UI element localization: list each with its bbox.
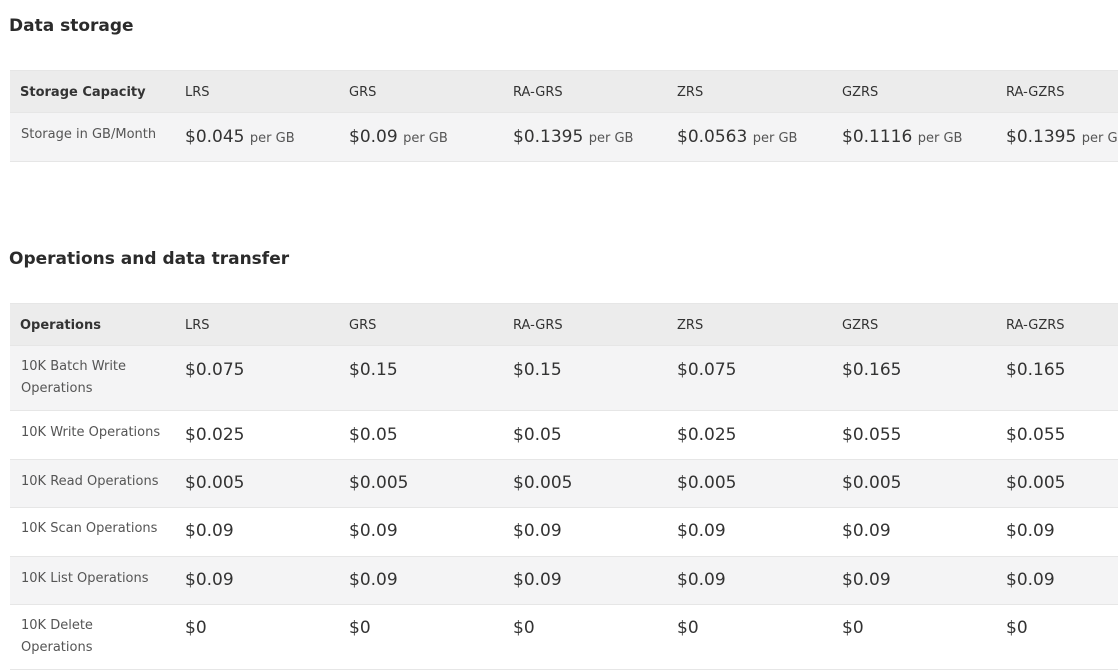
header-ra-grs: RA-GRS [513, 85, 563, 100]
header-ra-grs: RA-GRS [513, 318, 563, 333]
value-cell: $0.055 [1006, 425, 1066, 445]
storage-table-header: Storage Capacity LRS GRS RA-GRS ZRS GZRS… [10, 71, 1118, 113]
price-cell: $0.045 per GB [185, 127, 295, 147]
value-cell: $0.09 [842, 570, 891, 590]
value-cell: $0.09 [513, 521, 562, 541]
header-zrs: ZRS [677, 85, 704, 100]
header-zrs: ZRS [677, 318, 704, 333]
operations-table-header: Operations LRS GRS RA-GRS ZRS GZRS RA-GZ… [10, 304, 1118, 346]
header-gzrs: GZRS [842, 318, 879, 333]
value-cell: $0.025 [185, 425, 245, 445]
value-cell: $0.09 [185, 521, 234, 541]
value-cell: $0.005 [677, 473, 737, 493]
value-cell: $0.09 [185, 570, 234, 590]
table-row: Storage in GB/Month $0.045 per GB $0.09 … [10, 113, 1118, 162]
price-cell: $0.0563 per GB [677, 127, 798, 147]
value-cell: $0.09 [1006, 521, 1055, 541]
value-cell: $0.075 [677, 360, 737, 380]
table-row: 10K Read Operations $0.005 $0.005 $0.005… [10, 460, 1118, 508]
value-cell: $0.09 [677, 521, 726, 541]
row-label: 10K Batch Write Operations [21, 359, 127, 396]
value-cell: $0.165 [1006, 360, 1066, 380]
value-cell: $0 [1006, 618, 1028, 638]
value-cell: $0.09 [349, 521, 398, 541]
header-storage-capacity: Storage Capacity [20, 85, 146, 100]
header-lrs: LRS [185, 318, 210, 333]
header-grs: GRS [349, 85, 377, 100]
row-label: 10K Read Operations [21, 474, 159, 489]
header-operations: Operations [20, 318, 101, 333]
operations-title: Operations and data transfer [9, 249, 290, 269]
value-cell: $0.005 [349, 473, 409, 493]
value-cell: $0.005 [842, 473, 902, 493]
value-cell: $0 [842, 618, 864, 638]
header-grs: GRS [349, 318, 377, 333]
price-cell: $0.1395 per GB [513, 127, 634, 147]
value-cell: $0 [185, 618, 207, 638]
row-label: 10K List Operations [21, 571, 149, 586]
value-cell: $0 [349, 618, 371, 638]
row-label: 10K Delete Operations [21, 618, 93, 655]
table-row: 10K Delete Operations $0 $0 $0 $0 $0 $0 [10, 605, 1118, 670]
value-cell: $0.09 [677, 570, 726, 590]
value-cell: $0.055 [842, 425, 902, 445]
table-row: 10K Batch Write Operations $0.075 $0.15 … [10, 346, 1118, 411]
value-cell: $0 [677, 618, 699, 638]
table-row: 10K Write Operations $0.025 $0.05 $0.05 … [10, 411, 1118, 460]
value-cell: $0.05 [513, 425, 562, 445]
header-ra-gzrs: RA-GZRS [1006, 318, 1065, 333]
row-label: 10K Scan Operations [21, 521, 158, 536]
row-label: Storage in GB/Month [21, 127, 157, 142]
operations-pricing-table: Operations LRS GRS RA-GRS ZRS GZRS RA-GZ… [10, 303, 1118, 670]
value-cell: $0.05 [349, 425, 398, 445]
value-cell: $0 [513, 618, 535, 638]
value-cell: $0.09 [513, 570, 562, 590]
value-cell: $0.005 [1006, 473, 1066, 493]
table-row: 10K List Operations $0.09 $0.09 $0.09 $0… [10, 557, 1118, 605]
price-cell: $0.1116 per GB [842, 127, 963, 147]
value-cell: $0.09 [842, 521, 891, 541]
price-cell: $0.1395 per GB [1006, 127, 1118, 147]
data-storage-title: Data storage [9, 16, 134, 36]
header-gzrs: GZRS [842, 85, 879, 100]
value-cell: $0.15 [349, 360, 398, 380]
value-cell: $0.09 [1006, 570, 1055, 590]
value-cell: $0.025 [677, 425, 737, 445]
value-cell: $0.09 [349, 570, 398, 590]
row-label: 10K Write Operations [21, 425, 161, 440]
table-row: 10K Scan Operations $0.09 $0.09 $0.09 $0… [10, 508, 1118, 557]
price-cell: $0.09 per GB [349, 127, 448, 147]
value-cell: $0.165 [842, 360, 902, 380]
value-cell: $0.005 [185, 473, 245, 493]
storage-pricing-table: Storage Capacity LRS GRS RA-GRS ZRS GZRS… [10, 70, 1118, 162]
value-cell: $0.005 [513, 473, 573, 493]
value-cell: $0.15 [513, 360, 562, 380]
header-lrs: LRS [185, 85, 210, 100]
header-ra-gzrs: RA-GZRS [1006, 85, 1065, 100]
value-cell: $0.075 [185, 360, 245, 380]
